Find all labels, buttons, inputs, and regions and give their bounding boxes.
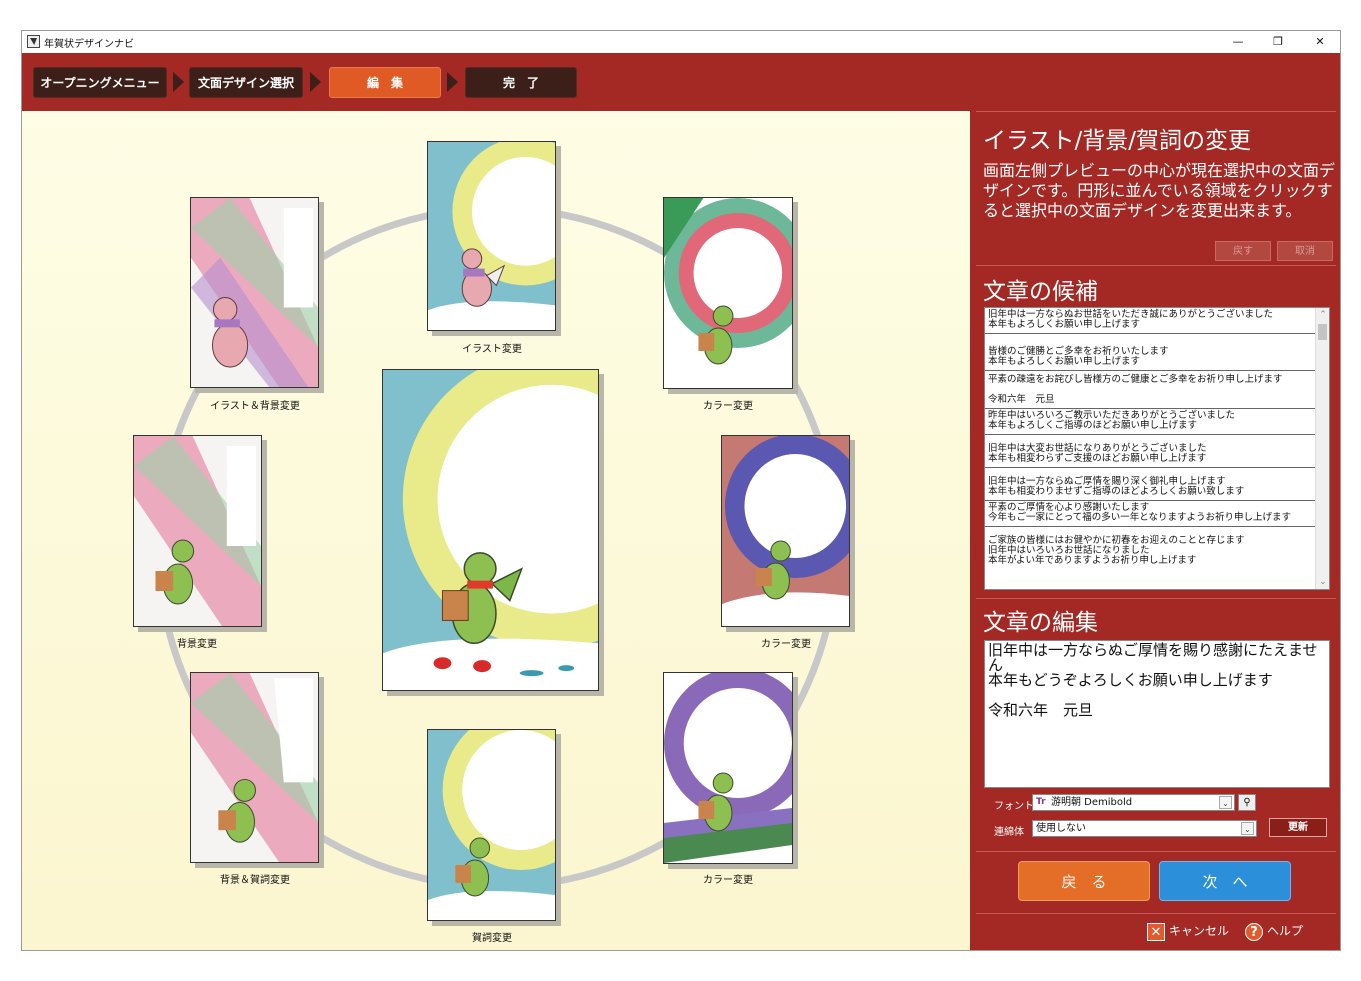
list-item[interactable]: 平素の疎遠をお詫びし皆様方のご健康とご多幸をお祈り申し上げます 令和六年 元旦: [985, 371, 1329, 409]
app-icon: [27, 35, 40, 48]
scroll-down-icon[interactable]: ⌄: [1316, 575, 1329, 589]
title-bar: 年賀状デザインナビ — ❐ ✕: [22, 31, 1340, 53]
font-label: フォント: [994, 801, 1034, 812]
description-text: 画面左側プレビューの中心が現在選択中の文面デザインです。円形に並んでいる領域をク…: [983, 161, 1336, 220]
search-icon: ⚲: [1243, 797, 1251, 808]
card-color-change-2[interactable]: [721, 435, 850, 627]
candidate-list[interactable]: 旧年中は一方ならぬお世話をいただき誠にありがとうございました 本年もよろしくお願い…: [984, 307, 1330, 590]
card-color-change-3[interactable]: [663, 672, 793, 864]
card-illustration: [134, 436, 261, 626]
candidate-line: 平素の疎遠をお詫びし皆様方のご健康とご多幸をお祈り申し上げます: [988, 374, 1283, 385]
card-label: イラスト＆背景変更: [210, 401, 300, 412]
step-edit[interactable]: 編 集: [329, 67, 441, 98]
revert-button[interactable]: 取消: [1277, 241, 1333, 261]
step-arrow-icon: [310, 72, 321, 92]
candidates-title: 文章の候補: [983, 279, 1098, 305]
list-item[interactable]: ご家族の皆様にはお健やかに初春をお迎えのことと存じます 旧年中はいろいろお世話にな…: [985, 527, 1329, 569]
edit-title: 文章の編集: [983, 610, 1098, 636]
right-panel: イラスト/背景/賀詞の変更 画面左側プレビューの中心が現在選択中の文面デザインで…: [970, 111, 1340, 950]
edit-line: 令和六年 元旦: [988, 701, 1094, 719]
card-illustration: [664, 198, 792, 388]
edit-line: 旧年中は一方ならぬご厚情を賜り感謝にたえません: [988, 641, 1318, 674]
scroll-thumb[interactable]: [1318, 324, 1327, 340]
design-preview-area: イラスト変更 イラスト＆背景変更 カラー変更 背景変更 カラー変更 背景＆賀詞変…: [22, 111, 970, 950]
card-illustration: [191, 198, 318, 387]
candidate-line: 本年も相変わりませずご指導のほどよろしくお願い致します: [988, 486, 1245, 497]
list-item[interactable]: 平素のご厚情を心より感謝いたします 今年もご一家にとって福の多い一年となりますよう…: [985, 501, 1329, 527]
font-value: 游明朝 Demibold: [1051, 797, 1133, 808]
truetype-icon: Tr: [1036, 797, 1046, 807]
undo-button[interactable]: 戻す: [1215, 241, 1271, 261]
close-icon: ✕: [1147, 922, 1165, 941]
current-design-illustration: [383, 370, 598, 690]
section-change-title: イラスト/背景/賀詞の変更: [983, 128, 1252, 154]
step-arrow-icon: [447, 72, 458, 92]
back-button[interactable]: 戻 る: [1018, 861, 1150, 901]
card-label: カラー変更: [703, 875, 753, 886]
card-illustration: [428, 142, 555, 330]
help-link-label: ヘルプ: [1267, 924, 1304, 938]
help-link[interactable]: ? ヘルプ: [1245, 921, 1303, 941]
scroll-up-icon[interactable]: ⌃: [1316, 308, 1329, 322]
card-label: カラー変更: [761, 639, 811, 650]
card-greeting-change[interactable]: [427, 729, 556, 921]
card-label: 背景変更: [177, 639, 217, 650]
cancel-link[interactable]: ✕ キャンセル: [1147, 921, 1229, 941]
edit-line: 本年もどうぞよろしくお願い申し上げます: [988, 671, 1273, 689]
list-item[interactable]: 皆様のご健勝とご多幸をお祈りいたします 本年もよろしくお願い申し上げます: [985, 334, 1329, 371]
card-label: イラスト変更: [462, 344, 522, 355]
card-illustration: [191, 673, 318, 862]
candidate-line: 本年がよい年でありますようお祈り申し上げます: [988, 555, 1197, 566]
list-item[interactable]: 昨年中はいろいろご教示いただきありがとうございました 本年もよろしくご指導のほどお…: [985, 409, 1329, 435]
next-button[interactable]: 次 へ: [1159, 861, 1291, 901]
candidate-line: 今年もご一家にとって福の多い一年となりますようお祈り申し上げます: [988, 512, 1291, 523]
candidate-line: 令和六年 元旦: [988, 394, 1055, 405]
card-illustration: [428, 730, 555, 920]
font-select[interactable]: Tr 游明朝 Demibold ⌄: [1032, 794, 1235, 811]
card-illustration: [664, 673, 792, 863]
help-icon: ?: [1245, 922, 1263, 941]
window-title: 年賀状デザインナビ: [44, 39, 134, 50]
font-search-button[interactable]: ⚲: [1238, 794, 1256, 811]
step-finish[interactable]: 完 了: [465, 67, 577, 98]
step-opening-menu[interactable]: オープニングメニュー: [33, 67, 167, 98]
vertical-label: 連綿体: [994, 827, 1024, 838]
candidate-line: 本年もよろしくご指導のほどお願い申し上げます: [988, 420, 1198, 431]
current-design-preview[interactable]: [382, 369, 599, 691]
vertical-value: 使用しない: [1036, 823, 1086, 834]
vertical-select[interactable]: 使用しない ⌄: [1032, 820, 1257, 837]
minimize-button[interactable]: —: [1218, 31, 1258, 53]
step-navigation: オープニングメニュー 文面デザイン選択 編 集 完 了: [22, 53, 1340, 111]
candidate-line: 本年もよろしくお願い申し上げます: [988, 319, 1141, 330]
card-label: 背景＆賀詞変更: [220, 875, 290, 886]
card-illust-bg-change[interactable]: [190, 197, 319, 388]
cancel-link-label: キャンセル: [1169, 924, 1230, 938]
step-design-select[interactable]: 文面デザイン選択: [189, 67, 303, 98]
update-button[interactable]: 更新: [1269, 818, 1327, 837]
candidate-scrollbar[interactable]: ⌃ ⌄: [1315, 308, 1329, 589]
list-item[interactable]: 旧年中は大変お世話になりありがとうございました 本年も相変わらずご支援のほどお願い…: [985, 435, 1329, 468]
chevron-down-icon[interactable]: ⌄: [1241, 822, 1254, 835]
list-item[interactable]: 旧年中は一方ならぬご厚情を賜り深く御礼申し上げます 本年も相変わりませずご指導のほ…: [985, 468, 1329, 501]
card-illustration: [722, 436, 849, 626]
message-edit-textarea[interactable]: 旧年中は一方ならぬご厚情を賜り感謝にたえません 本年もどうぞよろしくお願い申し上…: [984, 640, 1330, 788]
candidate-line: 本年も相変わらずご支援のほどお願い申し上げます: [988, 453, 1207, 464]
card-bg-change[interactable]: [133, 435, 262, 627]
app-window: 年賀状デザインナビ — ❐ ✕ オープニングメニュー 文面デザイン選択 編 集 …: [21, 30, 1341, 951]
chevron-down-icon[interactable]: ⌄: [1219, 796, 1232, 809]
card-color-change-1[interactable]: [663, 197, 793, 389]
candidate-line: 本年もよろしくお願い申し上げます: [988, 356, 1141, 367]
step-arrow-icon: [173, 72, 184, 92]
maximize-button[interactable]: ❐: [1258, 31, 1298, 53]
card-illust-change[interactable]: [427, 141, 556, 331]
card-label: カラー変更: [703, 401, 753, 412]
close-button[interactable]: ✕: [1300, 31, 1340, 53]
list-item[interactable]: 旧年中は一方ならぬお世話をいただき誠にありがとうございました 本年もよろしくお願い…: [985, 308, 1329, 334]
card-label: 賀詞変更: [472, 933, 512, 944]
card-bg-greeting-change[interactable]: [190, 672, 319, 863]
